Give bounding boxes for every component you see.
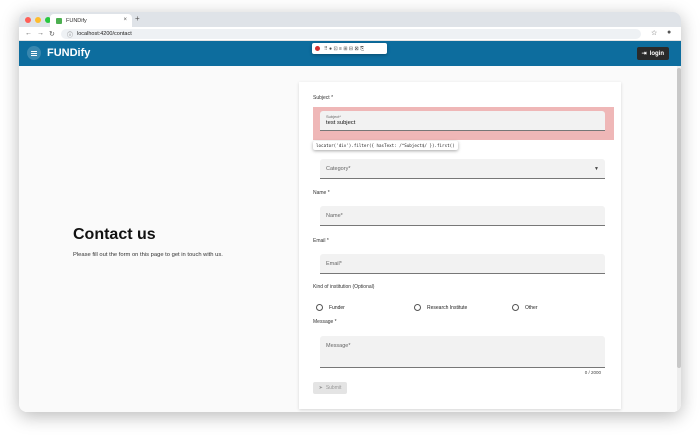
bookmark-star-icon[interactable]: ☆ [651,29,657,37]
brand-logo[interactable]: FUNDify [47,47,90,59]
institution-label: Kind of institution (Optional) [313,284,375,290]
radio-label: Other [525,304,538,311]
contact-form: Subject * Subject* test subject locator(… [299,82,621,409]
page-subtitle: Please fill out the form on this page to… [73,252,223,258]
message-placeholder: Message* [326,343,351,349]
radio-button[interactable] [414,304,421,311]
app-header: FUNDify ⠿ ● ⊡ ≡ ⊞ ⊟ ⊠ ⎘ ⇥ login [19,41,681,66]
reload-button[interactable]: ↻ [49,30,55,38]
window-controls [25,17,51,23]
email-label: Email * [313,238,329,244]
new-tab-button[interactable]: + [135,14,140,23]
submit-label: Submit [325,385,342,391]
message-textarea[interactable]: Message* [320,336,605,368]
menu-button[interactable] [27,46,41,60]
radio-option-funder[interactable]: Funder [316,304,345,311]
playwright-toolbar[interactable]: ⠿ ● ⊡ ≡ ⊞ ⊟ ⊠ ⎘ [312,43,387,54]
name-field[interactable]: Name* [320,206,605,226]
message-char-counter: 0 / 2000 [584,370,601,375]
subject-float-label: Subject* [326,114,341,119]
radio-option-other[interactable]: Other [512,304,538,311]
page-content: Contact us Please fill out the form on t… [19,66,681,412]
radio-label: Funder [329,304,345,311]
login-label: login [649,50,664,57]
message-label: Message * [313,319,337,325]
playwright-tools[interactable]: ⠿ ● ⊡ ≡ ⊞ ⊟ ⊠ ⎘ [324,46,364,52]
favicon-icon [56,17,62,24]
record-icon[interactable] [315,46,320,51]
browser-window: FUNDify × + ← → ↻ ⓘ localhost:4200/conta… [19,12,681,412]
scrollbar-thumb[interactable] [677,68,681,368]
submit-button[interactable]: ➤ Submit [313,382,347,394]
radio-option-research-institute[interactable]: Research Institute [414,304,467,311]
scrollbar[interactable] [677,66,681,412]
address-bar[interactable]: ⓘ localhost:4200/contact [61,29,641,39]
email-placeholder: Email* [326,261,342,267]
subject-value: test subject [326,120,356,126]
login-icon: ⇥ [641,51,647,57]
browser-tab[interactable]: FUNDify × [50,14,132,27]
send-icon: ➤ [318,385,323,391]
subject-field[interactable]: Subject* test subject [320,111,605,131]
email-field[interactable]: Email* [320,254,605,274]
radio-button[interactable] [512,304,519,311]
forward-button[interactable]: → [37,30,44,37]
login-button[interactable]: ⇥ login [636,47,669,60]
page-title: Contact us [73,226,156,243]
chevron-down-icon: ▼ [594,166,599,172]
category-placeholder: Category* [326,166,351,172]
radio-label: Research Institute [427,304,468,311]
close-window-button[interactable] [25,17,31,23]
url-text: localhost:4200/contact [77,31,132,37]
category-select[interactable]: Category* ▼ [320,159,605,179]
radio-button[interactable] [316,304,323,311]
name-label: Name * [313,190,330,196]
tab-bar: FUNDify × + [19,12,681,27]
hamburger-icon [31,52,37,54]
back-button[interactable]: ← [25,30,32,37]
site-info-icon[interactable]: ⓘ [67,30,73,39]
name-placeholder: Name* [326,213,343,219]
subject-label: Subject * [313,95,334,101]
tab-title: FUNDify [66,17,87,24]
browser-toolbar: ← → ↻ ⓘ localhost:4200/contact ☆ ● [19,27,681,41]
profile-icon[interactable]: ● [667,29,671,36]
locator-tooltip: locator('div').filter({ hasText: /^Subje… [313,141,458,150]
close-tab-icon[interactable]: × [123,17,127,23]
minimize-window-button[interactable] [35,17,41,23]
